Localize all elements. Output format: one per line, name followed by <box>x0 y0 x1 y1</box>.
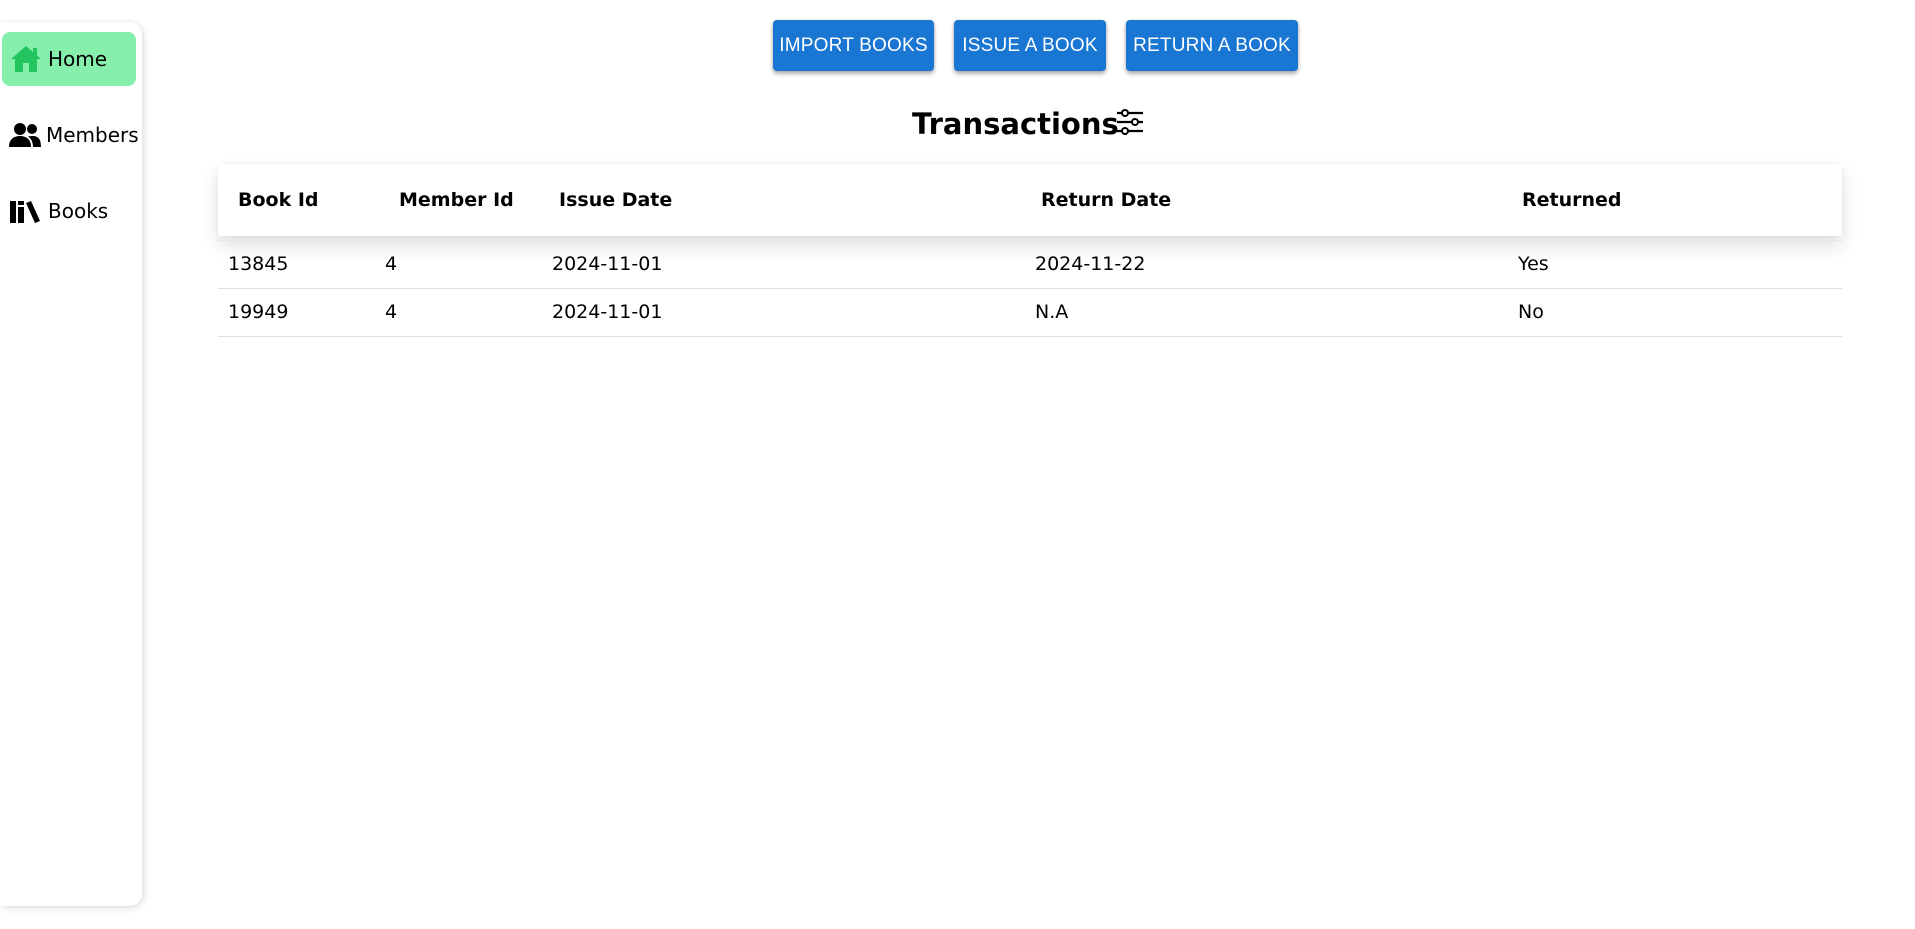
page-title: Transactions <box>912 107 1119 141</box>
cell-issue-date: 2024-11-01 <box>552 301 663 323</box>
table-row[interactable]: 19949 4 2024-11-01 N.A No <box>218 289 1842 337</box>
sidebar-item-books[interactable]: Books <box>2 184 136 238</box>
title-row: Transactions <box>0 104 1915 144</box>
sidebar-item-label: Home <box>48 47 108 71</box>
cell-book-id: 13845 <box>228 253 289 275</box>
table-header: Book Id Member Id Issue Date Return Date… <box>218 164 1842 236</box>
filter-sliders-icon <box>1115 108 1145 140</box>
cell-member-id: 4 <box>385 253 398 275</box>
return-book-button[interactable]: RETURN A BOOK <box>1126 20 1298 71</box>
sidebar-item-home[interactable]: Home <box>2 32 136 86</box>
column-header-book-id[interactable]: Book Id <box>238 164 319 236</box>
column-header-issue-date[interactable]: Issue Date <box>559 164 672 236</box>
cell-issue-date: 2024-11-01 <box>552 253 663 275</box>
transactions-table: Book Id Member Id Issue Date Return Date… <box>218 164 1842 337</box>
cell-member-id: 4 <box>385 301 398 323</box>
column-header-returned[interactable]: Returned <box>1522 164 1622 236</box>
cell-returned: No <box>1518 301 1544 323</box>
books-icon <box>8 195 44 227</box>
cell-returned: Yes <box>1518 253 1549 275</box>
filter-button[interactable] <box>1114 108 1146 140</box>
cell-return-date: 2024-11-22 <box>1035 253 1146 275</box>
sidebar-item-label: Books <box>48 199 109 223</box>
table-row[interactable]: 13845 4 2024-11-01 2024-11-22 Yes <box>218 240 1842 289</box>
column-header-return-date[interactable]: Return Date <box>1041 164 1171 236</box>
column-header-member-id[interactable]: Member Id <box>399 164 514 236</box>
cell-book-id: 19949 <box>228 301 289 323</box>
sidebar: Home Members Books <box>0 22 142 906</box>
cell-return-date: N.A <box>1035 301 1069 323</box>
issue-book-button[interactable]: ISSUE A BOOK <box>954 20 1106 71</box>
home-icon <box>8 43 44 75</box>
import-books-button[interactable]: IMPORT BOOKS <box>773 20 934 71</box>
